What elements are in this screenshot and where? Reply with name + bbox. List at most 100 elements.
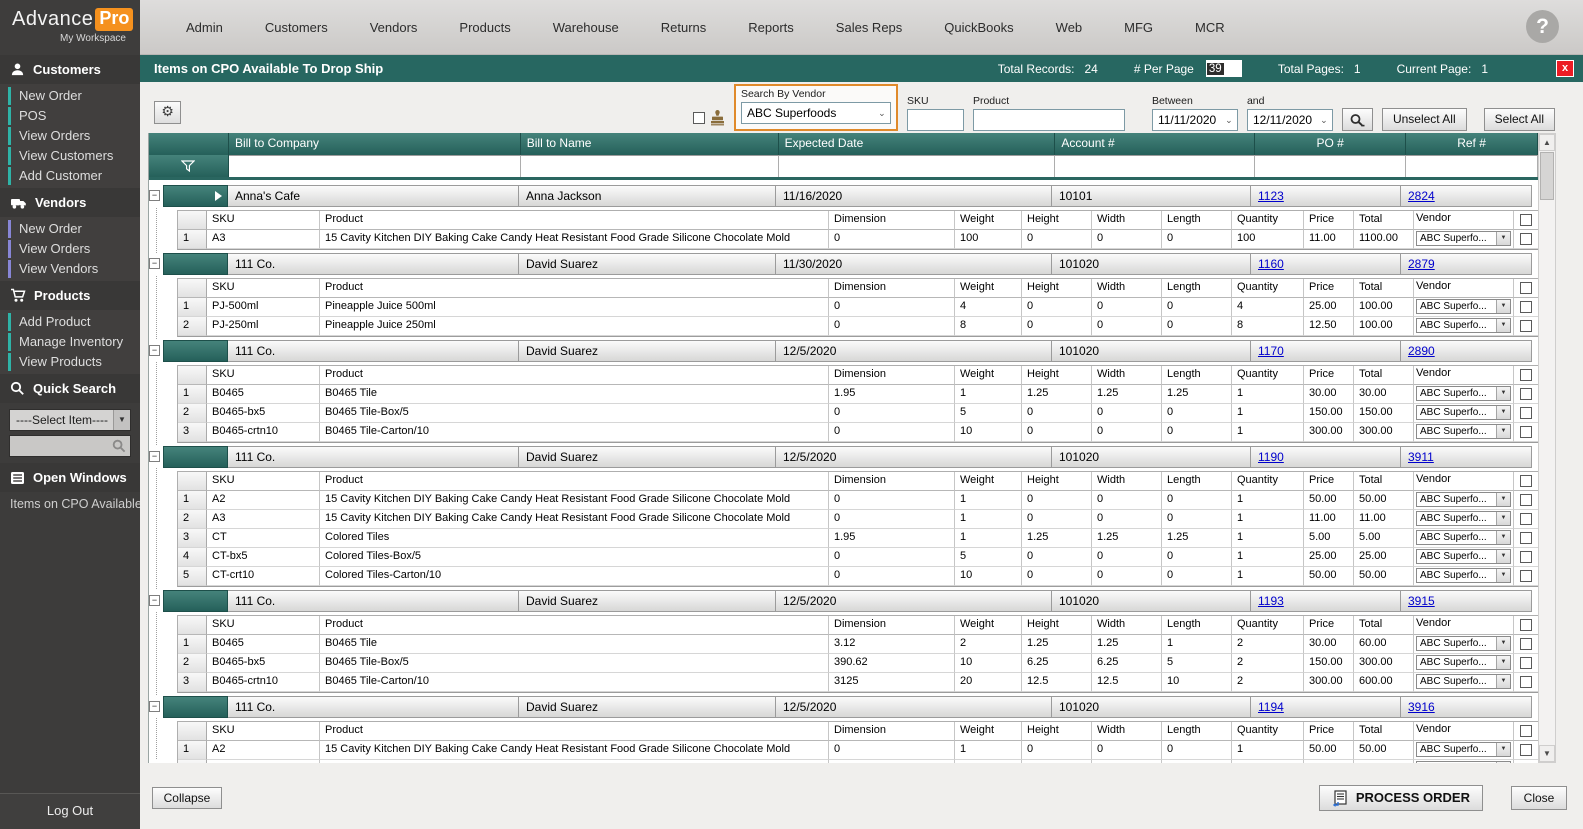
ref-link[interactable]: 2879 bbox=[1408, 257, 1435, 271]
filter-input-ref[interactable] bbox=[1406, 155, 1538, 177]
group-selector-cell[interactable] bbox=[163, 185, 228, 207]
chevron-down-icon[interactable]: ▼ bbox=[1496, 232, 1510, 245]
group-selector-cell[interactable] bbox=[163, 253, 228, 275]
vendor-select[interactable]: ABC Superfo...▼ bbox=[1416, 231, 1511, 246]
filter-input-company[interactable] bbox=[229, 155, 521, 177]
group-expected-date[interactable]: 11/16/2020 bbox=[775, 185, 1052, 207]
chevron-down-icon[interactable]: ▼ bbox=[1496, 387, 1510, 400]
group-selector-cell[interactable] bbox=[163, 590, 228, 612]
select-all-rows-checkbox[interactable] bbox=[1520, 282, 1532, 294]
close-button[interactable]: Close bbox=[1511, 786, 1567, 810]
row-checkbox[interactable] bbox=[1520, 320, 1532, 332]
group-bill-to-name[interactable]: David Suarez bbox=[518, 446, 776, 468]
chevron-down-icon[interactable]: ▼ bbox=[1496, 569, 1510, 582]
nav-item-customers[interactable]: Customers bbox=[244, 20, 349, 35]
group-expected-date[interactable]: 12/5/2020 bbox=[775, 446, 1052, 468]
gear-icon[interactable]: ⚙ bbox=[154, 101, 181, 124]
row-checkbox[interactable] bbox=[1520, 233, 1532, 245]
group-bill-to-company[interactable]: 111 Co. bbox=[227, 253, 519, 275]
chevron-down-icon[interactable]: ▼ bbox=[1496, 550, 1510, 563]
row-checkbox[interactable] bbox=[1520, 532, 1532, 544]
row-checkbox[interactable] bbox=[1520, 494, 1532, 506]
ref-link[interactable]: 2890 bbox=[1408, 344, 1435, 358]
filter-input-name[interactable] bbox=[521, 155, 779, 177]
sidebar-item-new-order[interactable]: New Order bbox=[0, 86, 140, 106]
chevron-down-icon[interactable]: ▼ bbox=[1496, 743, 1510, 756]
filter-input-po[interactable] bbox=[1255, 155, 1406, 177]
group-account-number[interactable]: 101020 bbox=[1051, 696, 1251, 718]
nav-item-warehouse[interactable]: Warehouse bbox=[532, 20, 640, 35]
sidebar-section-products[interactable]: Products bbox=[0, 281, 140, 310]
header-ref[interactable]: Ref # bbox=[1406, 133, 1538, 155]
header-expected-date[interactable]: Expected Date bbox=[779, 133, 1056, 155]
group-bill-to-name[interactable]: David Suarez bbox=[518, 696, 776, 718]
collapse-group-icon[interactable]: − bbox=[149, 595, 160, 606]
group-account-number[interactable]: 101020 bbox=[1051, 253, 1251, 275]
date-to-select[interactable]: 12/11/2020 ⌄ bbox=[1247, 109, 1333, 131]
scrollbar-track[interactable] bbox=[1539, 201, 1555, 745]
collapse-group-icon[interactable]: − bbox=[149, 258, 160, 269]
sidebar-item-view-products[interactable]: View Products bbox=[0, 352, 140, 372]
header-bill-to-company[interactable]: Bill to Company bbox=[229, 133, 521, 155]
vertical-scrollbar[interactable]: ▲ ▼ bbox=[1538, 133, 1556, 763]
po-link[interactable]: 1160 bbox=[1258, 257, 1284, 271]
vendor-select[interactable]: ABC Superfo...▼ bbox=[1416, 674, 1511, 689]
collapse-group-icon[interactable]: − bbox=[149, 190, 160, 201]
chevron-down-icon[interactable]: ▼ bbox=[1496, 637, 1510, 650]
vendor-select[interactable]: ABC Superfo...▼ bbox=[1416, 299, 1511, 314]
vendor-select[interactable]: ABC Superfo...▼ bbox=[1416, 424, 1511, 439]
chevron-down-icon[interactable]: ▼ bbox=[1496, 675, 1510, 688]
group-selector-cell[interactable] bbox=[163, 696, 228, 718]
group-row[interactable]: −111 Co.David Suarez11/30/20201010201160… bbox=[149, 253, 1538, 275]
collapse-group-icon[interactable]: − bbox=[149, 451, 160, 462]
group-account-number[interactable]: 10101 bbox=[1051, 185, 1251, 207]
sidebar-section-customers[interactable]: Customers bbox=[0, 55, 140, 84]
row-checkbox[interactable] bbox=[1520, 657, 1532, 669]
vendor-filter-select[interactable]: ABC Superfoods ⌄ bbox=[741, 102, 891, 124]
sidebar-item-new-order[interactable]: New Order bbox=[0, 219, 140, 239]
sidebar-item-pos[interactable]: POS bbox=[0, 106, 140, 126]
collapse-group-icon[interactable]: − bbox=[149, 701, 160, 712]
select-all-button[interactable]: Select All bbox=[1484, 108, 1555, 131]
close-window-icon[interactable]: x bbox=[1556, 60, 1574, 77]
po-link[interactable]: 1194 bbox=[1258, 700, 1284, 714]
row-checkbox[interactable] bbox=[1520, 407, 1532, 419]
unselect-all-button[interactable]: Unselect All bbox=[1382, 108, 1467, 131]
vendor-select[interactable]: ABC Superfo...▼ bbox=[1416, 742, 1511, 757]
run-search-button[interactable] bbox=[1342, 108, 1373, 131]
quick-search-select[interactable]: ----Select Item---- ▼ bbox=[9, 409, 131, 431]
filter-funnel-cell[interactable] bbox=[149, 155, 229, 177]
group-bill-to-company[interactable]: 111 Co. bbox=[227, 340, 519, 362]
scrollbar-thumb[interactable] bbox=[1540, 152, 1554, 200]
vendor-select[interactable]: ABC Superfo...▼ bbox=[1416, 318, 1511, 333]
group-expected-date[interactable]: 11/30/2020 bbox=[775, 253, 1052, 275]
vendor-select[interactable]: ABC Superfo...▼ bbox=[1416, 386, 1511, 401]
group-bill-to-company[interactable]: Anna's Cafe bbox=[227, 185, 519, 207]
row-checkbox[interactable] bbox=[1520, 676, 1532, 688]
group-bill-to-name[interactable]: Anna Jackson bbox=[518, 185, 776, 207]
vendor-select[interactable]: ABC Superfo...▼ bbox=[1416, 511, 1511, 526]
open-window-item[interactable]: Items on CPO Available bbox=[0, 492, 140, 515]
date-from-select[interactable]: 11/11/2020 ⌄ bbox=[1152, 109, 1238, 131]
group-bill-to-name[interactable]: David Suarez bbox=[518, 590, 776, 612]
chevron-down-icon[interactable]: ▼ bbox=[1496, 493, 1510, 506]
header-po[interactable]: PO # bbox=[1255, 133, 1406, 155]
log-out-button[interactable]: Log Out bbox=[0, 793, 140, 829]
help-icon[interactable]: ? bbox=[1526, 10, 1559, 43]
ref-link[interactable]: 3915 bbox=[1408, 594, 1435, 608]
chevron-down-icon[interactable]: ▼ bbox=[1496, 531, 1510, 544]
collapse-group-icon[interactable]: − bbox=[149, 345, 160, 356]
group-account-number[interactable]: 101020 bbox=[1051, 340, 1251, 362]
sidebar-item-manage-inventory[interactable]: Manage Inventory bbox=[0, 332, 140, 352]
chevron-down-icon[interactable]: ▼ bbox=[1496, 656, 1510, 669]
row-checkbox[interactable] bbox=[1520, 388, 1532, 400]
row-checkbox[interactable] bbox=[1520, 551, 1532, 563]
po-link[interactable]: 1190 bbox=[1258, 450, 1284, 464]
nav-item-reports[interactable]: Reports bbox=[727, 20, 815, 35]
group-bill-to-company[interactable]: 111 Co. bbox=[227, 446, 519, 468]
group-bill-to-company[interactable]: 111 Co. bbox=[227, 590, 519, 612]
group-account-number[interactable]: 101020 bbox=[1051, 590, 1251, 612]
nav-item-mcr[interactable]: MCR bbox=[1174, 20, 1246, 35]
sidebar-item-view-vendors[interactable]: View Vendors bbox=[0, 259, 140, 279]
sidebar-item-add-customer[interactable]: Add Customer bbox=[0, 166, 140, 186]
